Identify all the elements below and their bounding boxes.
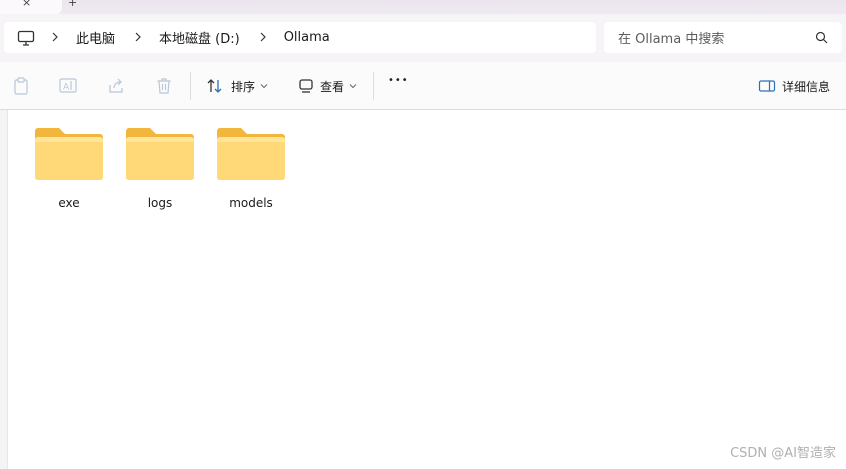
folder-name: exe bbox=[58, 196, 80, 210]
toolbar-divider bbox=[373, 72, 374, 100]
command-bar: A 排序 查看 ••• 详细信息 bbox=[0, 62, 846, 110]
tab-strip: × + bbox=[0, 0, 846, 14]
navigation-pane[interactable] bbox=[0, 110, 8, 469]
breadcrumb-item-this-pc[interactable]: 此电脑 bbox=[76, 28, 115, 47]
view-icon[interactable] bbox=[296, 76, 316, 96]
breadcrumb-item-drive-d[interactable]: 本地磁盘 (D:) bbox=[159, 28, 240, 47]
folder-name: models bbox=[229, 196, 273, 210]
computer-icon[interactable] bbox=[16, 28, 36, 48]
chevron-right-icon[interactable] bbox=[48, 31, 62, 45]
paste-icon[interactable] bbox=[11, 76, 31, 96]
address-row: 此电脑 本地磁盘 (D:) Ollama 在 Ollama 中搜索 bbox=[0, 14, 846, 62]
sort-icon[interactable] bbox=[205, 76, 225, 96]
file-view[interactable]: exe logs models CSDN @AI智造家 bbox=[0, 110, 846, 469]
view-button[interactable]: 查看 bbox=[320, 78, 344, 95]
svg-text:A: A bbox=[63, 83, 70, 93]
rename-icon[interactable]: A bbox=[58, 76, 78, 96]
breadcrumb-item-ollama[interactable]: Ollama bbox=[284, 30, 330, 45]
search-placeholder: 在 Ollama 中搜索 bbox=[618, 32, 725, 47]
folder-name: logs bbox=[147, 196, 173, 210]
share-icon[interactable] bbox=[106, 76, 126, 96]
delete-icon[interactable] bbox=[154, 76, 174, 96]
chevron-down-icon[interactable] bbox=[349, 82, 357, 90]
folder-item-models[interactable]: models bbox=[211, 126, 291, 218]
chevron-right-icon[interactable] bbox=[256, 31, 270, 45]
active-tab[interactable]: × bbox=[0, 0, 62, 14]
folder-item-logs[interactable]: logs bbox=[120, 126, 200, 218]
address-bar[interactable]: 此电脑 本地磁盘 (D:) Ollama bbox=[4, 22, 596, 53]
watermark: CSDN @AI智造家 bbox=[730, 446, 836, 461]
chevron-right-icon[interactable] bbox=[131, 31, 145, 45]
chevron-down-icon[interactable] bbox=[260, 82, 268, 90]
toolbar-divider bbox=[190, 72, 191, 100]
folder-item-exe[interactable]: exe bbox=[29, 126, 109, 218]
folder-icon bbox=[217, 128, 285, 180]
search-icon[interactable] bbox=[815, 31, 828, 44]
folder-icon bbox=[126, 128, 194, 180]
folder-icon bbox=[35, 128, 103, 180]
details-pane-icon[interactable] bbox=[757, 76, 777, 96]
search-input[interactable]: 在 Ollama 中搜索 bbox=[604, 22, 842, 53]
new-tab-icon[interactable]: + bbox=[68, 0, 77, 9]
more-options-button[interactable]: ••• bbox=[388, 75, 409, 86]
sort-button[interactable]: 排序 bbox=[231, 78, 255, 95]
close-tab-icon[interactable]: × bbox=[22, 0, 31, 9]
details-button[interactable]: 详细信息 bbox=[782, 78, 830, 95]
